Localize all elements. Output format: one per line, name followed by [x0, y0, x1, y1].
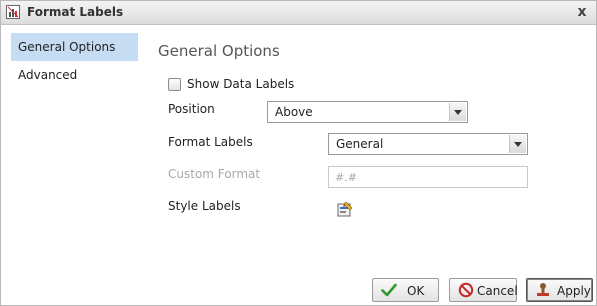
nav-item-general-options[interactable]: General Options — [11, 33, 138, 61]
section-title: General Options — [158, 42, 280, 60]
style-labels-label: Style Labels — [168, 199, 241, 213]
chevron-down-icon[interactable] — [509, 135, 526, 153]
format-labels-value: General — [336, 137, 384, 151]
nav-item-advanced[interactable]: Advanced — [11, 61, 138, 89]
window-title: Format Labels — [27, 5, 124, 19]
apply-button-label: Apply — [557, 284, 591, 298]
position-value: Above — [275, 105, 313, 119]
chart-labels-icon — [6, 5, 20, 19]
custom-format-field[interactable] — [328, 166, 528, 188]
position-select[interactable]: Above — [267, 101, 468, 123]
options-nav: General Options Advanced — [1, 25, 141, 275]
show-data-labels-label[interactable]: Show Data Labels — [187, 77, 294, 91]
nav-item-label: Advanced — [18, 68, 78, 82]
cancel-button-label: Cancel — [477, 284, 518, 298]
position-label: Position — [168, 102, 215, 116]
cancel-button[interactable]: Cancel — [449, 278, 518, 302]
checkmark-icon — [381, 283, 397, 297]
format-labels-label: Format Labels — [168, 135, 253, 149]
ok-button[interactable]: OK — [372, 278, 439, 302]
close-button[interactable]: x — [574, 4, 590, 20]
format-labels-select[interactable]: General — [328, 133, 528, 155]
cancel-icon — [458, 282, 474, 298]
custom-format-label: Custom Format — [168, 167, 261, 181]
show-data-labels-checkbox[interactable] — [168, 78, 181, 91]
apply-button[interactable]: Apply — [526, 278, 593, 302]
custom-format-input[interactable] — [329, 167, 527, 187]
title-bar[interactable]: Format Labels x — [1, 1, 596, 25]
nav-item-label: General Options — [18, 40, 116, 54]
apply-stamp-icon — [537, 283, 549, 296]
chevron-down-icon[interactable] — [449, 103, 466, 121]
ok-button-label: OK — [407, 284, 425, 298]
style-editor-icon[interactable] — [337, 201, 353, 217]
format-labels-dialog: Format Labels x General Options Advanced… — [0, 0, 597, 306]
